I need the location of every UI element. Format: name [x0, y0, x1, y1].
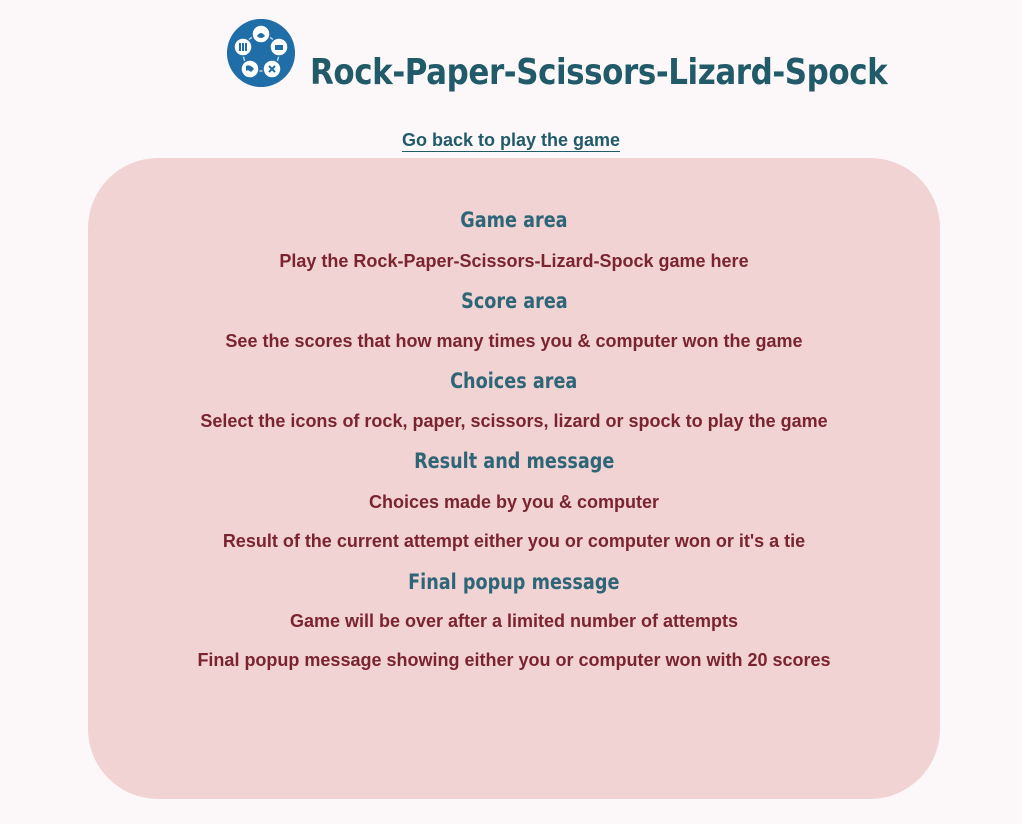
- section-text-game-area: Play the Rock-Paper-Scissors-Lizard-Spoc…: [279, 251, 749, 271]
- section-text-game-over: Game will be over after a limited number…: [289, 611, 739, 631]
- section-text-score-area: See the scores that how many times you &…: [225, 331, 803, 351]
- section-title-game-area: Game area: [460, 208, 568, 232]
- page-title: Rock-Paper-Scissors-Lizard-Spock: [310, 52, 888, 93]
- game-logo-icon: [227, 19, 295, 87]
- section-title-score-area: Score area: [460, 289, 568, 313]
- back-to-game-link[interactable]: Go back to play the game: [401, 130, 621, 152]
- section-title-result-message: Result and message: [413, 449, 615, 473]
- section-title-choices-area: Choices area: [450, 369, 578, 393]
- instructions-card: Game area Play the Rock-Paper-Scissors-L…: [88, 158, 940, 799]
- page-header: Rock-Paper-Scissors-Lizard-Spock: [0, 0, 1022, 110]
- back-link-container: Go back to play the game: [0, 128, 1022, 152]
- section-text-choices-area: Select the icons of rock, paper, scissor…: [200, 411, 828, 431]
- section-text-current-result: Result of the current attempt either you…: [222, 531, 806, 551]
- section-text-choices-made: Choices made by you & computer: [368, 492, 660, 512]
- section-title-final-popup: Final popup message: [408, 570, 620, 594]
- section-text-final-popup: Final popup message showing either you o…: [197, 650, 831, 670]
